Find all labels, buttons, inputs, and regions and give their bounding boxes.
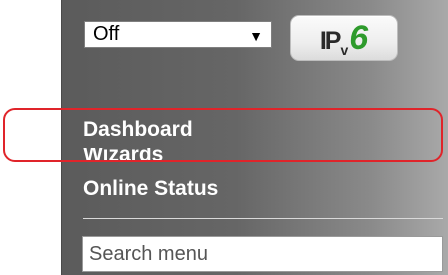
ipv6-v-text: v <box>340 42 349 58</box>
select-value: Off <box>93 23 120 45</box>
divider <box>83 218 443 219</box>
menu-item-wizards[interactable]: Wizards <box>83 148 163 163</box>
ipv6-button[interactable]: IPv6 <box>290 15 398 61</box>
menu-item-online-status[interactable]: Online Status <box>83 178 218 199</box>
ipv6-ip-text: IP <box>319 27 342 55</box>
menu-item-dashboard[interactable]: Dashboard <box>83 119 193 140</box>
mode-select-dropdown[interactable]: Off ▼ <box>84 21 272 48</box>
ipv6-six-text: 6 <box>349 19 369 57</box>
search-menu-input[interactable] <box>82 236 443 272</box>
menu-item-wizards-label: Wizards <box>83 148 164 163</box>
chevron-down-icon: ▼ <box>249 27 263 44</box>
ipv6-icon: IPv6 <box>319 19 369 58</box>
